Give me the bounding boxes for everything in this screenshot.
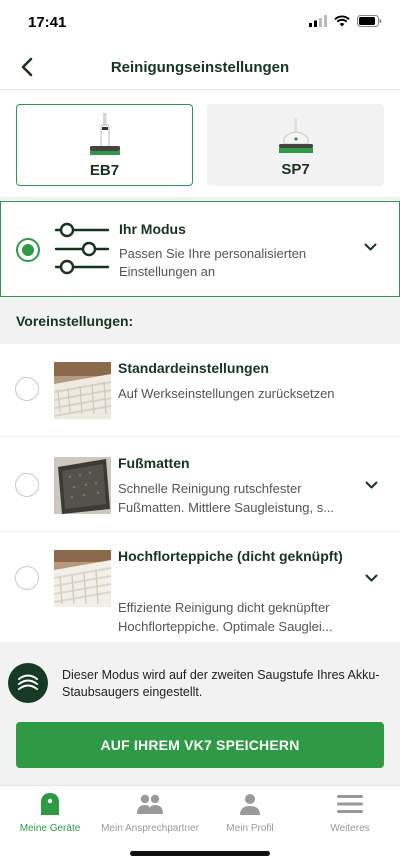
preset-description: Effiziente Reinigung dicht geknüpfter Ho… xyxy=(118,600,333,634)
chevron-down-icon[interactable] xyxy=(365,574,378,583)
tab-meine-geraete[interactable]: Meine Geräte xyxy=(0,792,100,836)
device-card-eb7[interactable]: EB7 xyxy=(16,104,193,186)
status-time: 17:41 xyxy=(28,14,67,31)
presets-heading: Voreinstellungen: xyxy=(16,313,134,329)
status-icons xyxy=(309,15,382,27)
save-button[interactable]: AUF IHREM VK7 SPEICHERN xyxy=(16,722,384,768)
mode-title: Ihr Modus xyxy=(119,221,186,237)
status-bar: 17:41 xyxy=(0,0,400,44)
menu-icon xyxy=(337,795,363,813)
mode-option-ihr-modus[interactable]: Ihr Modus Passen Sie Ihre personalisiert… xyxy=(0,201,400,297)
device-selector: EB7 SP7 xyxy=(0,90,400,197)
device-label: EB7 xyxy=(89,162,120,179)
preset-fussmatten[interactable]: Fußmatten Schnelle Reinigung rutschfeste… xyxy=(0,437,400,531)
mode-radio[interactable] xyxy=(16,238,40,262)
tab-mein-ansprechpartner[interactable]: Mein Ansprechpartner xyxy=(100,792,200,836)
chevron-down-icon[interactable] xyxy=(364,243,377,252)
preset-image-high-pile-carpet xyxy=(54,550,111,607)
suction-level-icon xyxy=(8,663,48,703)
people-icon xyxy=(137,794,163,814)
tab-label: Mein Profil xyxy=(226,823,274,834)
preset-hochflorteppiche[interactable]: Hochflorteppiche (dicht geknüpft) Effizi… xyxy=(0,532,400,642)
wifi-icon xyxy=(334,15,350,27)
battery-icon xyxy=(357,15,382,27)
tab-label: Mein Ansprechpartner xyxy=(101,823,199,834)
info-row: Dieser Modus wird auf der zweiten Saugst… xyxy=(0,645,400,711)
signal-icon xyxy=(309,15,327,27)
preset-description: Auf Werkseinstellungen zurücksetzen xyxy=(118,386,335,401)
preset-radio[interactable] xyxy=(15,377,39,401)
preset-standardeinstellungen[interactable]: Standardeinstellungen Auf Werkseinstellu… xyxy=(0,344,400,436)
sliders-icon xyxy=(54,222,110,275)
home-indicator xyxy=(130,851,270,856)
tab-label: Meine Geräte xyxy=(19,823,81,834)
home-icon xyxy=(41,793,59,815)
preset-title: Fußmatten xyxy=(118,455,190,471)
device-eb7-image xyxy=(89,113,120,155)
header: Reinigungseinstellungen xyxy=(0,44,400,90)
preset-radio[interactable] xyxy=(15,473,39,497)
preset-title: Standardeinstellungen xyxy=(118,360,269,376)
preset-image-carpet xyxy=(54,362,111,419)
device-label: SP7 xyxy=(281,161,310,178)
mode-description: Passen Sie Ihre personalisierten Einstel… xyxy=(119,246,307,279)
info-text: Dieser Modus wird auf der zweiten Saugst… xyxy=(62,668,380,699)
tab-weiteres[interactable]: Weiteres xyxy=(300,792,400,836)
preset-description: Schnelle Reinigung rutschfester Fußmatte… xyxy=(118,481,335,515)
preset-image-doormat xyxy=(54,457,111,514)
preset-title: Hochflorteppiche (dicht geknüpft) xyxy=(118,548,343,564)
tab-label: Weiteres xyxy=(330,823,370,834)
tab-mein-profil[interactable]: Mein Profil xyxy=(200,792,300,836)
preset-radio[interactable] xyxy=(15,566,39,590)
profile-icon xyxy=(240,794,260,815)
device-sp7-image xyxy=(278,118,313,153)
page-title: Reinigungseinstellungen xyxy=(110,59,290,76)
device-card-sp7[interactable]: SP7 xyxy=(207,104,384,186)
chevron-down-icon[interactable] xyxy=(365,481,378,490)
